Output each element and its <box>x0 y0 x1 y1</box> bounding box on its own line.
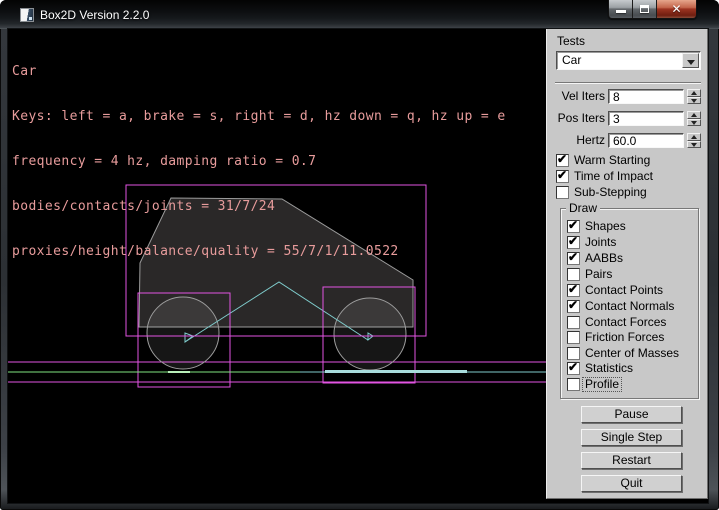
quit-button[interactable]: Quit <box>581 475 682 492</box>
spinner-down-icon[interactable] <box>687 119 701 126</box>
simulation-canvas[interactable]: Car Keys: left = a, brake = s, right = d… <box>8 29 546 503</box>
stats-line-proxies: proxies/height/balance/quality = 55/7/1/… <box>12 244 506 259</box>
vel-iters-row: Vel Iters <box>547 89 709 104</box>
app-window: Box2D Version 2.2.0 ✕ <box>0 0 719 510</box>
contact-points-checkbox[interactable] <box>567 284 580 297</box>
client-area: Car Keys: left = a, brake = s, right = d… <box>8 29 708 503</box>
pairs-checkbox[interactable] <box>567 268 580 281</box>
time-of-impact-label: Time of Impact <box>574 170 653 183</box>
chevron-down-icon <box>687 60 695 65</box>
pause-button[interactable]: Pause <box>581 406 682 423</box>
contact-segment <box>325 370 467 373</box>
center-of-masses-checkbox[interactable] <box>567 347 580 360</box>
car-rear-wheel <box>147 297 219 369</box>
friction-forces-checkbox[interactable] <box>567 331 580 344</box>
tests-dropdown-button[interactable] <box>682 53 699 68</box>
hertz-spinner <box>687 133 701 148</box>
joints-label: Joints <box>585 236 616 249</box>
contact-forces-label: Contact Forces <box>585 316 666 329</box>
ground-edge <box>8 370 546 373</box>
window-title: Box2D Version 2.2.0 <box>40 7 149 23</box>
minimize-button[interactable] <box>609 0 633 18</box>
restart-button[interactable]: Restart <box>581 452 682 469</box>
stats-line-frequency: frequency = 4 hz, damping ratio = 0.7 <box>12 154 506 169</box>
contact-normals-label: Contact Normals <box>585 300 674 313</box>
spinner-down-icon[interactable] <box>687 141 701 148</box>
profile-label: Profile <box>583 378 621 391</box>
shapes-label: Shapes <box>585 220 626 233</box>
shapes-checkbox[interactable] <box>567 220 580 233</box>
aabbs-label: AABBs <box>585 252 623 265</box>
spinner-up-icon[interactable] <box>687 133 701 141</box>
contact-forces-checkbox[interactable] <box>567 316 580 329</box>
warm-starting-label: Warm Starting <box>574 154 650 167</box>
contact-points-label: Contact Points <box>585 284 663 297</box>
contact-normals-checkbox[interactable] <box>567 300 580 313</box>
aabbs-checkbox[interactable] <box>567 252 580 265</box>
tests-label: Tests <box>557 34 585 48</box>
joints-checkbox[interactable] <box>567 236 580 249</box>
statistics-label: Statistics <box>585 362 633 375</box>
vel-iters-label: Vel Iters <box>547 90 605 103</box>
draw-group-title: Draw <box>566 201 600 215</box>
pairs-label: Pairs <box>585 268 612 281</box>
maximize-icon <box>640 5 649 13</box>
stats-line-keys: Keys: left = a, brake = s, right = d, hz… <box>12 109 506 124</box>
profile-checkbox[interactable] <box>567 378 580 391</box>
app-icon[interactable] <box>20 8 34 22</box>
stats-line-test-name: Car <box>12 64 506 79</box>
warm-starting-checkbox[interactable] <box>556 154 569 167</box>
vel-iters-spinner <box>687 89 701 104</box>
caption-buttons: ✕ <box>608 0 697 19</box>
spinner-up-icon[interactable] <box>687 111 701 119</box>
single-step-button[interactable]: Single Step <box>581 429 682 446</box>
close-icon: ✕ <box>657 2 696 16</box>
statistics-checkbox[interactable] <box>567 362 580 375</box>
control-panel: Tests Car Vel Iters Pos Iters <box>546 29 708 499</box>
hertz-row: Hertz <box>547 133 709 148</box>
stats-line-bodies: bodies/contacts/joints = 31/7/24 <box>12 199 506 214</box>
titlebar[interactable]: Box2D Version 2.2.0 ✕ <box>0 0 719 29</box>
vel-iters-input[interactable] <box>608 89 684 104</box>
pos-iters-input[interactable] <box>608 111 684 126</box>
tests-dropdown[interactable]: Car <box>556 51 701 70</box>
pos-iters-label: Pos Iters <box>547 112 605 125</box>
pos-iters-row: Pos Iters <box>547 111 709 126</box>
time-of-impact-checkbox[interactable] <box>556 170 569 183</box>
tests-dropdown-value: Car <box>562 54 581 67</box>
friction-forces-label: Friction Forces <box>585 331 664 344</box>
spinner-up-icon[interactable] <box>687 89 701 97</box>
stats-text: Car Keys: left = a, brake = s, right = d… <box>12 34 506 289</box>
pos-iters-spinner <box>687 111 701 126</box>
separator <box>555 82 701 84</box>
maximize-button[interactable] <box>633 0 657 18</box>
sub-stepping-label: Sub-Stepping <box>574 186 647 199</box>
spinner-down-icon[interactable] <box>687 97 701 104</box>
hertz-label: Hertz <box>547 134 605 147</box>
close-button[interactable]: ✕ <box>657 0 696 18</box>
minimize-icon <box>616 10 626 13</box>
hertz-input[interactable] <box>608 133 684 148</box>
center-of-masses-label: Center of Masses <box>585 347 679 360</box>
sub-stepping-checkbox[interactable] <box>556 186 569 199</box>
